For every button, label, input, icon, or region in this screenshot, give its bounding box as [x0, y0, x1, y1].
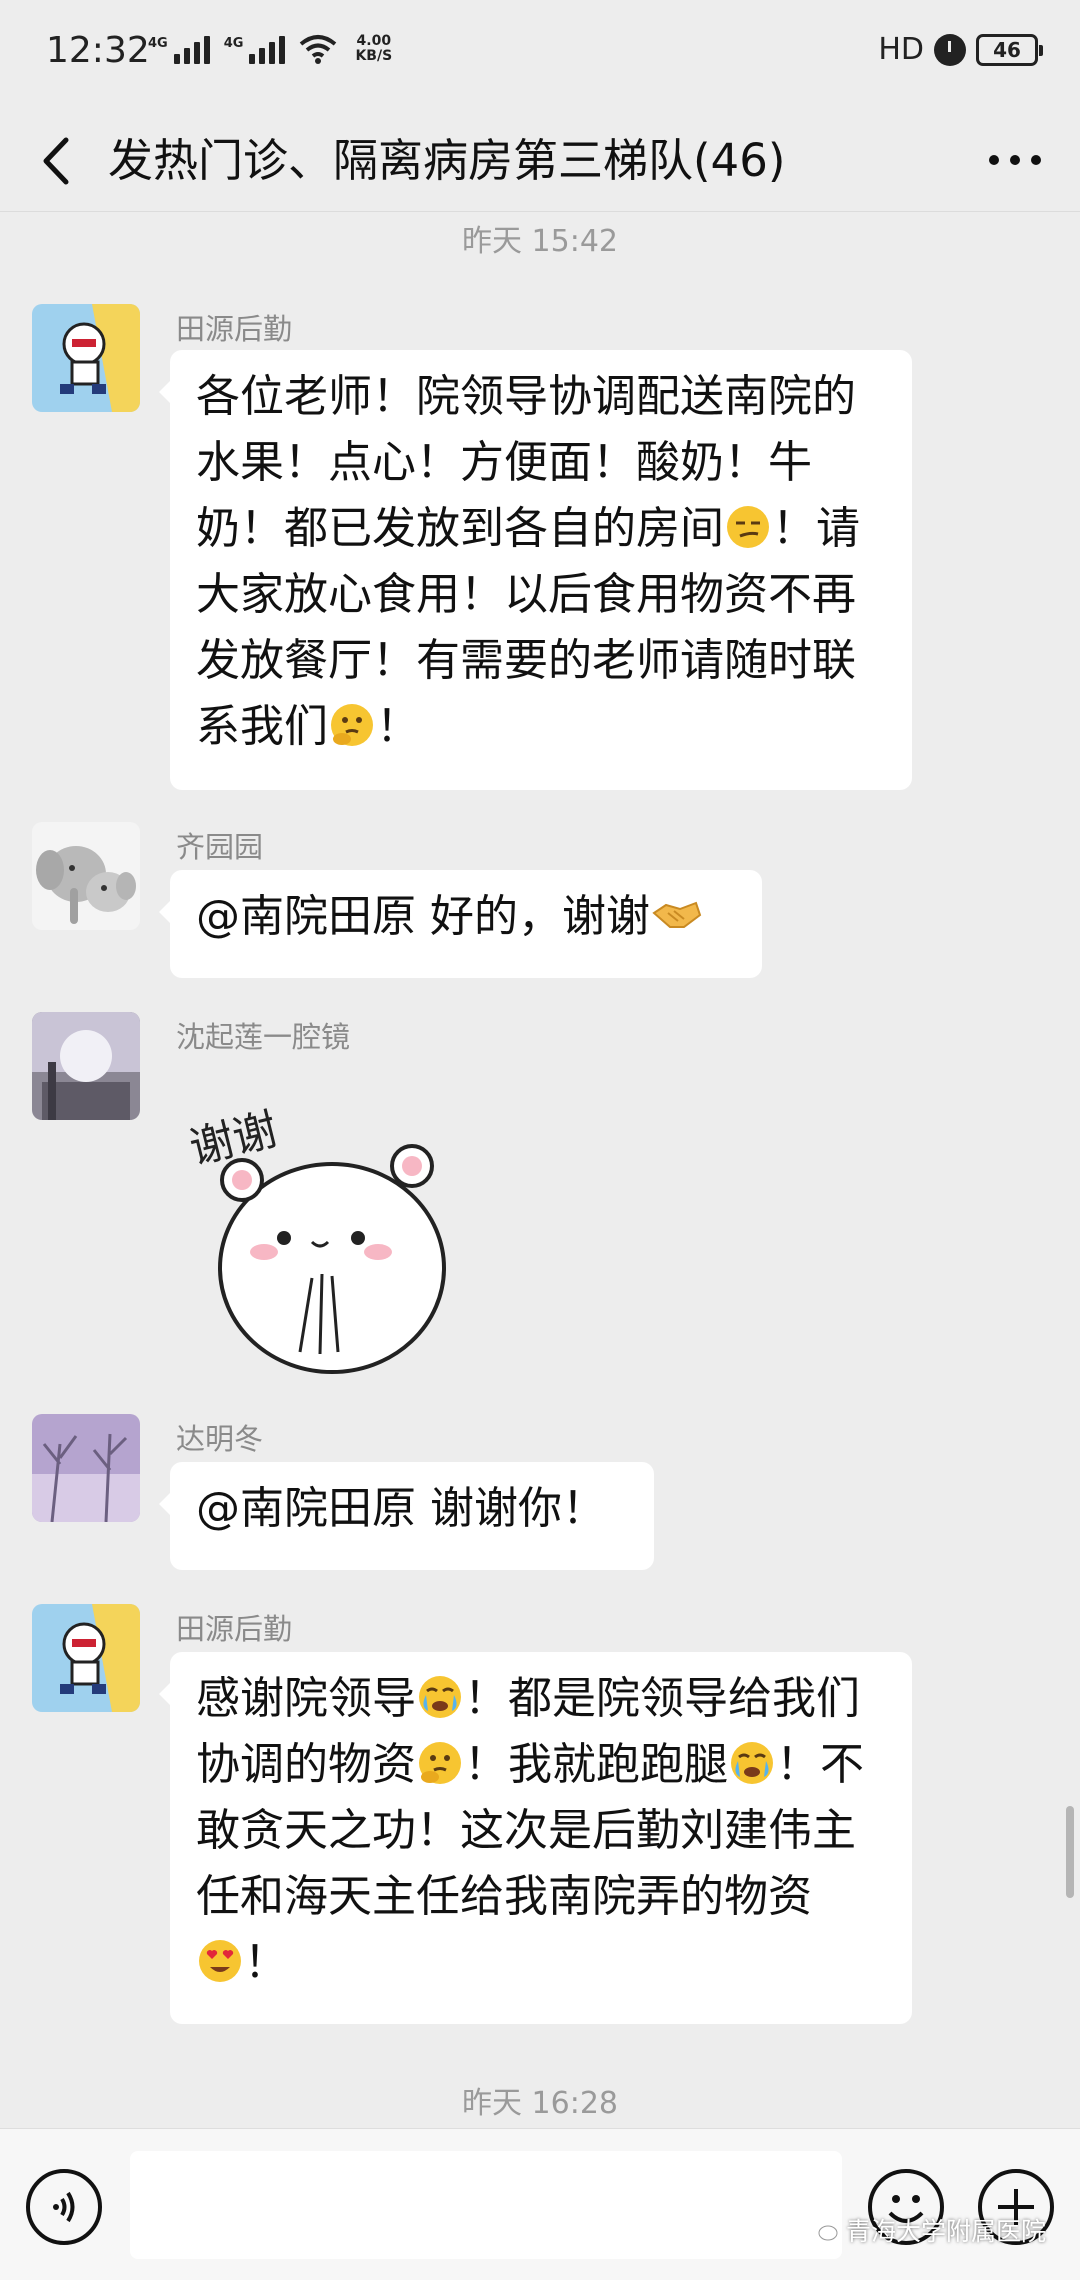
avatar-image: [32, 1414, 140, 1522]
sender-name: 田源后勤: [176, 312, 293, 346]
chat-title: 发热门诊、隔离病房第三梯队(46): [108, 134, 786, 187]
message-bubble[interactable]: @南院田原 好的，谢谢: [159, 870, 762, 978]
net-speed-value: 4.00: [356, 33, 392, 49]
wifi-icon: [300, 35, 337, 64]
message-text: ！请: [772, 503, 860, 554]
avatar[interactable]: [32, 1012, 140, 1120]
timestamp: 昨天 16:28: [462, 2086, 618, 2121]
message-text: ！都是院领导给我们: [464, 1673, 860, 1724]
back-button[interactable]: [30, 126, 90, 196]
message-line: 大家放心食用！以后食用物资不再: [196, 569, 856, 620]
message-text: ！不: [776, 1739, 864, 1790]
thinking-emoji-icon: [419, 1742, 461, 1784]
bear-sticker-image: 谢谢: [185, 1104, 446, 1374]
chat-header: 发热门诊、隔离病房第三梯队(46): [0, 108, 1080, 212]
sender-name: 齐园园: [176, 830, 264, 864]
status-right-icons: HD 46: [878, 32, 1043, 67]
message-text: 奶！都已发放到各自的房间: [196, 503, 724, 554]
net-speed: 4.00 KB/S: [355, 34, 392, 64]
sender-name: 田源后勤: [176, 1612, 293, 1646]
voice-icon: [53, 2191, 75, 2223]
sender-name: 沈起莲一腔镜: [176, 1020, 351, 1054]
avatar[interactable]: [32, 1414, 140, 1522]
message-line: 各位老师！院领导协调配送南院的: [196, 371, 856, 422]
message-line: 敢贪天之功！这次是后勤刘建伟主: [196, 1805, 856, 1856]
scrollbar-thumb[interactable]: [1066, 1806, 1074, 1898]
message-text: @南院田原 谢谢你！: [196, 1483, 606, 1534]
crying-emoji-icon: [731, 1742, 773, 1784]
hd-indicator: HD: [878, 32, 924, 67]
message-text: 感谢院领导: [196, 1673, 416, 1724]
voice-button[interactable]: [26, 2169, 102, 2245]
message-bubble[interactable]: @南院田原 谢谢你！: [159, 1462, 654, 1570]
signal-icon: 4G: [224, 36, 286, 64]
more-icon: [989, 155, 1041, 165]
sticker[interactable]: 谢谢: [180, 1062, 480, 1382]
avatar-image: [32, 1604, 140, 1712]
message-bubble[interactable]: 各位老师！院领导协调配送南院的 水果！点心！方便面！酸奶！牛 奶！都已发放到各自…: [159, 350, 912, 790]
thinking-emoji-icon: [331, 704, 373, 746]
message-line: 发放餐厅！有需要的老师请随时联: [196, 635, 856, 686]
status-time: 12:32: [46, 30, 150, 71]
avatar[interactable]: [32, 1604, 140, 1712]
battery-icon: 46: [976, 33, 1043, 66]
message-line: 系我们 ！: [196, 694, 886, 760]
net-speed-unit: KB/S: [355, 48, 393, 64]
message-text: 协调的物资: [196, 1739, 416, 1790]
watermark: 青海大学附属医院: [808, 2212, 1046, 2248]
status-left-icons: 4G 4G 4.00 KB/S: [148, 34, 392, 64]
more-button[interactable]: [980, 128, 1050, 192]
back-arrow-icon: [43, 137, 69, 185]
sender-name: 达明冬: [176, 1422, 264, 1456]
message-bubble[interactable]: 感谢院领导 ！都是院领导给我们 协调的物资 ！我就跑跑腿 ！不 敢贪天之功！这次是后勤…: [159, 1652, 912, 2024]
heart-eyes-emoji-icon: [199, 1940, 241, 1982]
avatar[interactable]: [32, 822, 140, 930]
message-line: 感谢院领导 ！都是院领导给我们: [196, 1666, 886, 1732]
message-input[interactable]: [130, 2151, 842, 2259]
smirk-emoji-icon: [727, 506, 769, 548]
signal-label: 4G: [148, 36, 168, 51]
alarm-icon: [934, 33, 966, 66]
message-line: 任和海天主任给我南院弄的物资: [196, 1871, 812, 1922]
message-line: 奶！都已发放到各自的房间 ！请: [196, 496, 886, 562]
timestamp: 昨天 15:42: [462, 224, 618, 259]
avatar-image: [32, 304, 140, 412]
message-text: 系我们: [196, 701, 328, 752]
avatar-image: [32, 1012, 140, 1120]
message-text: ！: [244, 1937, 288, 1988]
avatar[interactable]: [32, 304, 140, 412]
wechat-icon: [808, 2220, 838, 2241]
handshake-emoji-icon: [652, 901, 702, 928]
message-line: 水果！点心！方便面！酸奶！牛: [196, 437, 812, 488]
message-text: ！: [376, 701, 420, 752]
signal-icon: 4G: [148, 36, 210, 64]
message-line: 协调的物资 ！我就跑跑腿 ！不: [196, 1732, 886, 1798]
message-text: @南院田原 好的，谢谢: [196, 891, 650, 942]
message-text: ！我就跑跑腿: [464, 1739, 728, 1790]
avatar-image: [32, 822, 140, 930]
status-bar: 12:32 4G 4G 4.00 KB/S HD 46: [0, 0, 1080, 108]
input-bar: [0, 2128, 1080, 2280]
signal-label: 4G: [223, 36, 244, 51]
watermark-text: 青海大学附属医院: [845, 2217, 1046, 2246]
crying-emoji-icon: [419, 1676, 461, 1718]
message-line: ！: [196, 1930, 886, 1996]
